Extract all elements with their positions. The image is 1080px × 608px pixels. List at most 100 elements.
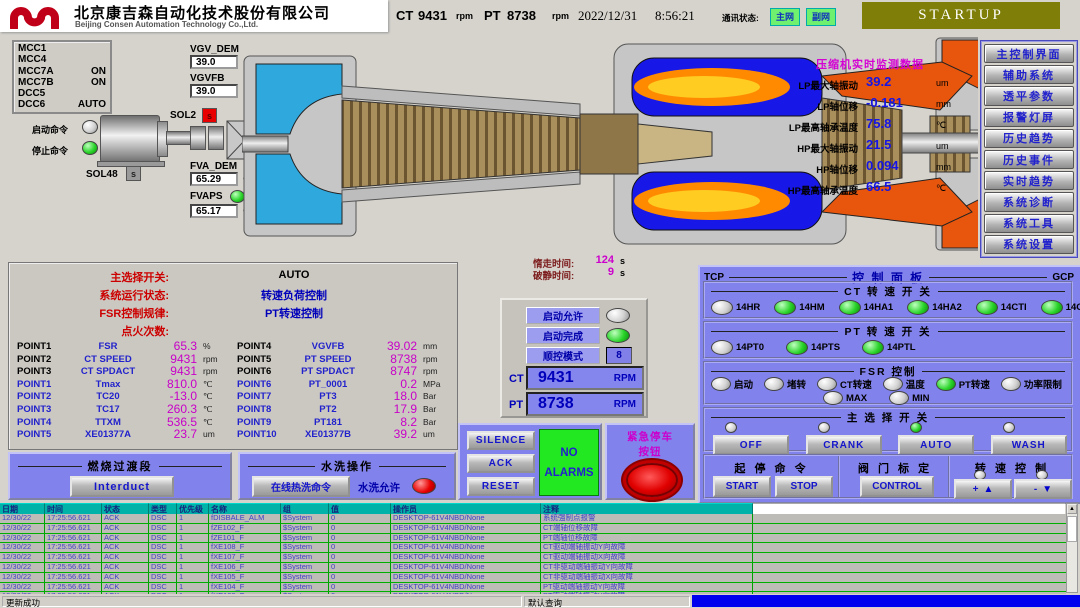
speed-down-button[interactable]: -▼ [1014, 479, 1072, 499]
point-value: 39.2 [371, 427, 417, 441]
table-row[interactable]: 12/30/2217:25:56.621ACKDSC1fXE108_F$Syst… [0, 543, 1066, 553]
cell: 1 [177, 553, 209, 562]
pt-speed-value: 8738 [507, 8, 536, 23]
sidebar-item-5[interactable]: 历史趋势 [984, 129, 1074, 148]
col-header[interactable]: 优先级 [177, 503, 209, 514]
interduct-button[interactable]: Interduct [70, 476, 174, 497]
emergency-stop-button[interactable] [626, 463, 678, 497]
table-row[interactable]: 12/30/2217:25:56.621ACKDSC1fXE106_F$Syst… [0, 563, 1066, 573]
switch-14HA2: 14HA2 [907, 300, 962, 315]
table-row[interactable]: 12/30/2217:25:56.621ACKDSC1fXE104_F$Syst… [0, 583, 1066, 593]
cell-filler [753, 583, 1066, 592]
switch-label: 14HM [799, 302, 824, 313]
mcc-row: DCC6AUTO [18, 99, 106, 110]
col-header[interactable]: 值 [329, 503, 391, 514]
master-button-auto[interactable]: AUTO [898, 435, 974, 455]
mcc-name: MCC7A [18, 66, 54, 77]
switch-led [711, 340, 733, 355]
switch-label: 堵转 [787, 377, 806, 391]
speed-up-button[interactable]: +▲ [954, 479, 1012, 499]
start-cmd-label: 启动命令 [32, 123, 68, 136]
scrollbar-thumb[interactable] [1067, 516, 1077, 542]
fva-dem-value: 65.29 [190, 172, 238, 186]
scroll-up-icon[interactable]: ▲ [1067, 504, 1077, 514]
cell-filler [753, 543, 1066, 552]
col-header[interactable]: 操作员 [391, 503, 541, 514]
ack-button[interactable]: ACK [467, 454, 535, 473]
col-header[interactable]: 名称 [209, 503, 281, 514]
sidebar-item-4[interactable]: 报警灯屏 [984, 108, 1074, 127]
valve-control-button[interactable]: CONTROL [860, 476, 934, 497]
cell: PT端轴位移故障 [541, 534, 753, 543]
startup-mode-button[interactable]: STARTUP [862, 2, 1060, 29]
silence-button[interactable]: SILENCE [467, 431, 535, 450]
vgv-dem-value: 39.0 [190, 55, 238, 69]
table-row[interactable]: 12/30/2217:25:56.621ACKDSC1fXE105_F$Syst… [0, 573, 1066, 583]
sidebar-item-8[interactable]: 系统诊断 [984, 192, 1074, 211]
master-button-wash[interactable]: WASH [991, 435, 1067, 455]
col-header[interactable]: 组 [281, 503, 329, 514]
sidebar-item-9[interactable]: 系统工具 [984, 214, 1074, 233]
switch-label: PT转速 [959, 377, 990, 391]
cell-filler [753, 524, 1066, 533]
sidebar-item-3[interactable]: 透平参数 [984, 86, 1074, 105]
cell: 1 [177, 563, 209, 572]
table-row[interactable]: 12/30/2217:25:56.621ACKDSC1fDISBALE_ALM$… [0, 514, 1066, 524]
table-row[interactable]: 12/30/2217:25:56.621ACKDSC1fXE107_F$Syst… [0, 553, 1066, 563]
sidebar-item-1[interactable]: 主控制界面 [984, 44, 1074, 63]
start-permit-led [606, 308, 630, 323]
cell: 12/30/22 [0, 524, 45, 533]
switch-label: 14PT0 [736, 342, 764, 353]
start-permit-chip: 启动允许 [526, 307, 600, 324]
sidebar-item-6[interactable]: 历史事件 [984, 150, 1074, 169]
stop-button[interactable]: STOP [775, 476, 833, 497]
table-row[interactable]: 12/30/2217:25:56.621ACKDSC1fZE101_F$Syst… [0, 534, 1066, 544]
cell: 0 [329, 573, 391, 582]
point-name: POINT6 [237, 379, 271, 390]
sidebar-item-2[interactable]: 辅助系统 [984, 65, 1074, 84]
cell: $System [281, 543, 329, 552]
monitor-unit: um [936, 78, 949, 88]
status-row: 点火次数: [9, 323, 457, 339]
mcc-name: DCC6 [18, 99, 45, 110]
switch-led [711, 300, 733, 315]
switch-堵转: 堵转 [764, 377, 806, 391]
cell: DESKTOP-61V4NBD/None [391, 553, 541, 562]
cell: $System [281, 553, 329, 562]
switch-label: CT转速 [840, 377, 872, 391]
col-header[interactable]: 时间 [45, 503, 102, 514]
col-header[interactable]: 类型 [149, 503, 177, 514]
sidebar-item-10[interactable]: 系统设置 [984, 235, 1074, 254]
motor-shaft [166, 131, 192, 145]
nav-sidebar: 主控制界面辅助系统透平参数报警灯屏历史趋势历史事件实时趋势系统诊断系统工具系统设… [980, 40, 1078, 258]
command-section: 起 停 命 令 START STOP 阀 门 标 定 CONTROL 转 速 控… [703, 454, 1073, 499]
online-wash-button[interactable]: 在线热洗命令 [252, 476, 350, 497]
point-tag: PT2 [285, 404, 371, 415]
switch-14HR: 14HR [711, 300, 760, 315]
clock: 8:56:21 [655, 8, 695, 24]
no-alarms-line2: ALARMS [544, 467, 593, 479]
start-cmd-led [82, 120, 98, 134]
col-header[interactable]: 日期 [0, 503, 45, 514]
cell: 系统强制点报警 [541, 514, 753, 523]
sidebar-item-7[interactable]: 实时趋势 [984, 171, 1074, 190]
col-header[interactable]: 注释 [541, 503, 753, 514]
combustion-panel: 燃烧过渡段 Interduct [8, 452, 232, 500]
col-header[interactable]: 状态 [102, 503, 149, 514]
master-button-crank[interactable]: CRANK [806, 435, 882, 455]
no-alarms-line1: NO [560, 447, 577, 459]
point-row: POINT10XE01377B39.2um [9, 429, 457, 442]
wash-permit-led [412, 478, 436, 494]
switch-MIN: MIN [889, 391, 929, 405]
cell: 0 [329, 543, 391, 552]
point-tag: VGVFB [285, 341, 371, 352]
table-row[interactable]: 12/30/2217:25:56.621ACKDSC1fZE102_F$Syst… [0, 524, 1066, 534]
mcc-name: DCC5 [18, 88, 45, 99]
reset-button[interactable]: RESET [467, 477, 535, 496]
switch-led [1041, 300, 1063, 315]
switch-PT转速: PT转速 [936, 377, 990, 391]
alarm-table-scrollbar[interactable]: ▲ [1066, 503, 1078, 593]
start-button[interactable]: START [713, 476, 771, 497]
master-button-off[interactable]: OFF [713, 435, 789, 455]
switch-label: 14HA1 [864, 302, 894, 313]
